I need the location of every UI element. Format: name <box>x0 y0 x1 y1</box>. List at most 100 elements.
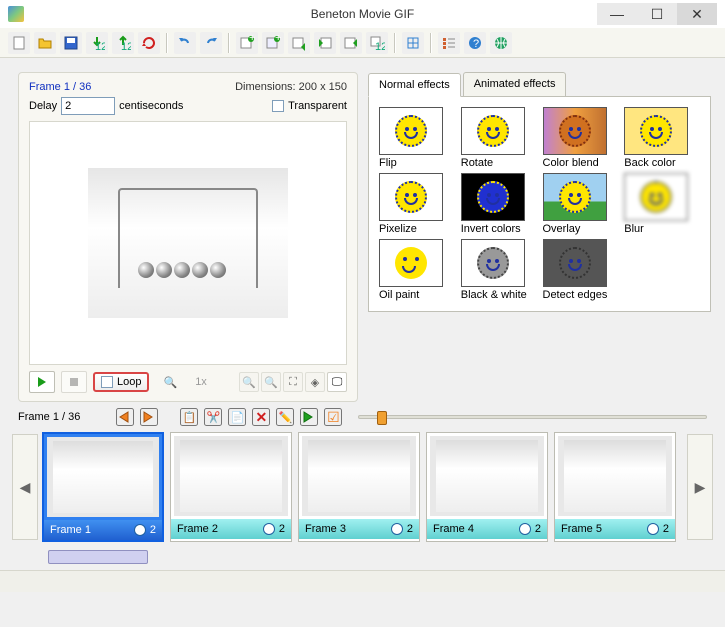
effect-label: Color blend <box>543 157 619 169</box>
svg-text:123: 123 <box>121 41 131 51</box>
delay-label: Delay <box>29 100 57 112</box>
main-toolbar: 123 123 + +123? <box>0 28 725 58</box>
delay-input[interactable] <box>61 97 115 115</box>
frame-card[interactable]: Frame 32 <box>298 432 420 542</box>
web-icon[interactable] <box>490 32 512 54</box>
scroll-left-button[interactable]: ◀ <box>12 434 38 540</box>
effect-oil-paint[interactable]: Oil paint <box>379 239 455 301</box>
effect-label: Oil paint <box>379 289 455 301</box>
help-icon[interactable]: ? <box>464 32 486 54</box>
prev-frame-button[interactable] <box>116 408 134 426</box>
frame-label: Frame 2 <box>177 523 218 535</box>
renumber-icon[interactable]: 123 <box>366 32 388 54</box>
transparent-checkbox[interactable] <box>272 100 284 112</box>
preview-panel: Frame 1 / 36 Dimensions: 200 x 150 Delay… <box>18 72 358 402</box>
next-frame-button[interactable] <box>140 408 158 426</box>
svg-text:123: 123 <box>95 41 105 51</box>
export-icon[interactable]: 123 <box>112 32 134 54</box>
frame-thumb <box>302 436 416 516</box>
tab-normal-effects[interactable]: Normal effects <box>368 73 461 97</box>
clock-icon <box>519 523 531 535</box>
effect-black---white[interactable]: Black & white <box>461 239 537 301</box>
effect-label: Black & white <box>461 289 537 301</box>
slider-thumb[interactable] <box>377 411 387 425</box>
zoom-fit-button[interactable]: ⛶ <box>283 372 303 392</box>
zoom-in-button[interactable]: 🔍 <box>239 372 259 392</box>
close-button[interactable]: ✕ <box>677 3 717 25</box>
resize-icon[interactable] <box>402 32 424 54</box>
svg-text:?: ? <box>473 38 479 50</box>
frame-delay: 2 <box>407 523 413 535</box>
frame-toolbar: Frame 1 / 36 📋 ✂️ 📄 ✕ ✏️ ☑ <box>0 408 725 426</box>
paste-frame-button[interactable]: 📄 <box>228 408 246 426</box>
frame-thumb <box>174 436 288 516</box>
effect-blur[interactable]: Blur <box>624 173 700 235</box>
cut-frame-button[interactable]: ✂️ <box>204 408 222 426</box>
frame-slider[interactable] <box>358 415 707 419</box>
move-right-icon[interactable] <box>340 32 362 54</box>
effect-label: Detect edges <box>543 289 619 301</box>
add-frame-icon[interactable]: + <box>236 32 258 54</box>
effect-flip[interactable]: Flip <box>379 107 455 169</box>
effect-back-color[interactable]: Back color <box>624 107 700 169</box>
clock-icon <box>391 523 403 535</box>
tab-animated-effects[interactable]: Animated effects <box>463 72 567 96</box>
refresh-icon[interactable] <box>138 32 160 54</box>
frames-strip: ◀ Frame 12 Frame 22 Frame 32 Frame 42 Fr… <box>0 426 725 548</box>
effect-detect-edges[interactable]: Detect edges <box>543 239 619 301</box>
minimize-button[interactable]: — <box>597 3 637 25</box>
frame-card[interactable]: Frame 12 <box>42 432 164 542</box>
effects-panel: Normal effectsAnimated effects FlipRotat… <box>368 72 711 402</box>
frame-card[interactable]: Frame 42 <box>426 432 548 542</box>
loop-label: Loop <box>117 376 141 388</box>
edit-frame-button[interactable]: ✏️ <box>276 408 294 426</box>
dimensions-label: Dimensions: 200 x 150 <box>235 81 347 93</box>
effect-overlay[interactable]: Overlay <box>543 173 619 235</box>
frame-card[interactable]: Frame 52 <box>554 432 676 542</box>
status-bar <box>0 570 725 592</box>
effect-invert-colors[interactable]: Invert colors <box>461 173 537 235</box>
maximize-button[interactable]: ☐ <box>637 3 677 25</box>
frame-label: Frame 1 <box>50 524 91 536</box>
play-button[interactable] <box>29 371 55 393</box>
undo-icon[interactable] <box>174 32 196 54</box>
properties-icon[interactable] <box>438 32 460 54</box>
zoom-out-button[interactable]: 🔍 <box>261 372 281 392</box>
apply-frame-button[interactable] <box>300 408 318 426</box>
transparent-label: Transparent <box>288 100 347 112</box>
clock-icon <box>263 523 275 535</box>
effect-label: Overlay <box>543 223 619 235</box>
add-blank-icon[interactable]: + <box>262 32 284 54</box>
loop-checkbox[interactable] <box>101 376 113 388</box>
clock-icon <box>647 523 659 535</box>
frame-card[interactable]: Frame 22 <box>170 432 292 542</box>
redo-icon[interactable] <box>200 32 222 54</box>
open-folder-icon[interactable] <box>34 32 56 54</box>
frame-counter: Frame 1 / 36 <box>29 81 91 93</box>
import-icon[interactable]: 123 <box>86 32 108 54</box>
loop-toggle[interactable]: Loop <box>93 372 149 392</box>
horizontal-scrollbar[interactable] <box>48 550 148 564</box>
effect-rotate[interactable]: Rotate <box>461 107 537 169</box>
clock-icon <box>134 524 146 536</box>
effect-label: Back color <box>624 157 700 169</box>
new-file-icon[interactable] <box>8 32 30 54</box>
zoom-actual-button[interactable]: ◈ <box>305 372 325 392</box>
svg-text:+: + <box>249 35 255 44</box>
copy-frame-button[interactable]: 📋 <box>180 408 198 426</box>
fullscreen-button[interactable]: 🖵 <box>327 372 347 392</box>
framebar-counter: Frame 1 / 36 <box>18 411 80 423</box>
effect-pixelize[interactable]: Pixelize <box>379 173 455 235</box>
effect-color-blend[interactable]: Color blend <box>543 107 619 169</box>
insert-frame-icon[interactable] <box>288 32 310 54</box>
move-left-icon[interactable] <box>314 32 336 54</box>
stop-button[interactable] <box>61 371 87 393</box>
effect-label: Invert colors <box>461 223 537 235</box>
frame-label: Frame 5 <box>561 523 602 535</box>
frame-delay: 2 <box>535 523 541 535</box>
save-icon[interactable] <box>60 32 82 54</box>
frame-thumb <box>558 436 672 516</box>
delete-frame-button[interactable]: ✕ <box>252 408 270 426</box>
scroll-right-button[interactable]: ▶ <box>687 434 713 540</box>
select-frame-button[interactable]: ☑ <box>324 408 342 426</box>
